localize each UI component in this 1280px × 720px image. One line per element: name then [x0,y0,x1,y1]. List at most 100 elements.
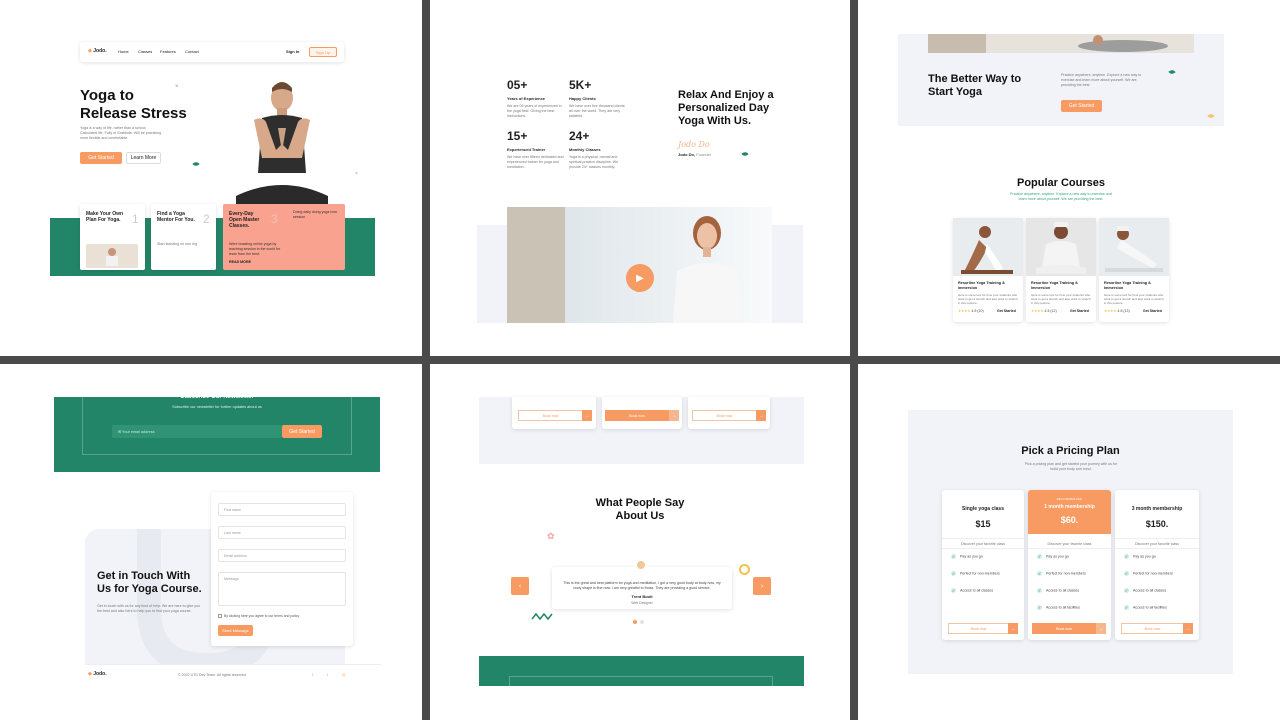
better-way-image [928,34,1194,53]
pricing-card-bottom: Book now → [688,397,770,429]
testimonial-quote: This is the great and best platform for … [563,581,721,590]
next-arrow-button[interactable]: › [753,577,771,595]
course-card[interactable]: Resorline Yoga Training & Immersion Here… [1099,218,1169,322]
better-way-title: The Better Way to Start Yoga [928,73,1022,98]
newsletter-title: Subscribe Our Newsletter [180,394,254,400]
check-icon: ✓ [951,554,956,559]
course-get-started-link[interactable]: Get Started [1143,309,1162,313]
signin-link[interactable]: Sign In [286,49,299,54]
popular-courses-title: Popular Courses [1016,177,1106,189]
pricing-card: 3 month membership $150. Discover your f… [1115,490,1199,640]
book-now-button[interactable]: Book now [1032,623,1096,634]
last-name-input[interactable]: Last name [218,526,346,539]
sparkle-icon: × [355,171,358,177]
arrow-right-icon[interactable]: → [669,410,679,421]
check-icon: ✓ [951,571,956,576]
better-way-description: Practice anywhere, anytime. Explore a ne… [1061,73,1142,87]
footer-copyright: © 2022 UTD Dev Team. All rights reserved… [178,673,247,677]
nav-contact[interactable]: Contact [185,49,199,54]
newsletter-section: Subscribe Our Newsletter Subscribe our n… [54,394,380,472]
leaf-icon [741,150,749,158]
nav-home[interactable]: Home [118,49,129,54]
terms-checkbox[interactable]: By clicking here you agree to our terms … [218,614,299,619]
stat-item: 5K+ Happy Clients We have over five thou… [569,78,625,118]
logo[interactable]: ◆ Jodo. [88,48,107,54]
check-icon: ✓ [1037,571,1042,576]
hero-panel: ◆ Jodo. Home Classes Features Contact Si… [0,0,422,356]
testimonial-name: Trent Boult [631,594,653,599]
pricing-card-bottom: Book now → [512,397,596,429]
contact-panel: Subscribe Our Newsletter Subscribe our n… [0,364,422,720]
contact-title: Get in Touch With Us for Yoga Course. [97,570,202,595]
learn-more-button[interactable]: Learn More [126,152,161,164]
feature-item: ✓ Access to all classes [951,588,994,593]
twitter-icon[interactable]: t [327,672,328,677]
book-now-button[interactable]: Book now [1121,623,1183,634]
testimonials-panel: Book now → Book now → Book now → What Pe… [430,364,850,720]
popular-courses-subtitle: Practice anywhere, anytime. Explore a ne… [1010,192,1112,201]
newsletter-submit-button[interactable]: Get Started [282,425,322,438]
prev-arrow-button[interactable]: ‹ [511,577,529,595]
founder-credit: Jodo Do, Founder [678,152,712,157]
course-get-started-link[interactable]: Get Started [997,309,1016,313]
carousel-dot[interactable] [640,620,644,624]
feature-item: ✓ Access to all facilities [1037,605,1080,610]
book-now-button[interactable]: Book now [948,623,1008,634]
stats-panel: 05+ Years of Experience We are 05 years … [430,0,850,356]
ring-icon [739,564,750,575]
feature-item: ✓ Pay as you go [951,554,983,559]
arrow-right-icon[interactable]: → [1096,623,1106,634]
stat-item: 15+ Experienced Trainer We have over fif… [507,129,564,169]
carousel-dot-active[interactable] [633,620,637,624]
recommended-badge: RECOMMENDED [1056,497,1083,501]
video-thumbnail[interactable]: ▶ [507,207,772,323]
rating-stars: ★★★★ 4.5 (10) [958,309,984,313]
footer-logo[interactable]: ◆ Jodo. [88,671,107,677]
check-icon: ✓ [1124,605,1129,610]
arrow-right-icon[interactable]: → [582,410,592,421]
newsletter-subtitle: Subscribe our newsletter for further upd… [172,405,262,409]
check-icon: ✓ [1124,588,1129,593]
email-input[interactable]: Email address [218,549,346,562]
first-name-input[interactable]: First name [218,503,346,516]
zigzag-icon [531,612,553,621]
contact-description: Get in touch with us for any kind of hel… [97,604,201,613]
stat-item: 24+ Monthly Classes Yoga is a physical, … [569,129,619,169]
better-way-get-started-button[interactable]: Get Started [1061,100,1102,112]
check-icon: ✓ [1037,588,1042,593]
course-get-started-link[interactable]: Get Started [1070,309,1089,313]
nav-classes[interactable]: Classes [138,49,152,54]
feature-item: ✓ Pay as you go [1037,554,1069,559]
flower-icon: ✿ [547,531,555,541]
feature-item: ✓ Perfect for non-members [951,571,1000,576]
footer-divider [85,664,381,665]
newsletter-email-input[interactable]: ✉ Your email address [112,425,282,438]
facebook-icon[interactable]: f [312,672,313,677]
signup-button[interactable]: Sign Up [309,47,337,57]
arrow-right-icon[interactable]: → [1183,623,1193,634]
sparkle-icon: × [175,84,179,90]
arrow-right-icon[interactable]: → [1008,623,1018,634]
send-message-button[interactable]: Send Message [218,625,253,636]
step-2-note: Start standing on one leg [157,242,197,246]
check-icon: ✓ [1037,554,1042,559]
check-icon: ✓ [1037,605,1042,610]
message-textarea[interactable]: Message [218,572,346,606]
step-card-3: Every-Day Open Master Classes. 3 Doing d… [223,204,345,270]
navbar: ◆ Jodo. Home Classes Features Contact Si… [80,42,344,62]
course-card[interactable]: Resorline Yoga Training & Immersion Here… [953,218,1023,322]
nav-features[interactable]: Features [160,49,176,54]
pricing-subtitle: Pick a pricing plan and get started your… [1024,462,1118,471]
instagram-icon[interactable]: ◎ [342,672,346,677]
play-icon[interactable]: ▶ [626,264,654,292]
feature-item: ✓ Pay as you go [1124,554,1156,559]
course-card[interactable]: Resorline Yoga Training & Immersion Here… [1026,218,1096,322]
step-1-image [86,244,138,268]
read-more-link[interactable]: READ MORE [229,260,251,264]
feature-item: ✓ Perfect for non-members [1037,571,1086,576]
pricing-card: Single yoga class $15 Discover your favo… [942,490,1024,640]
get-started-button[interactable]: Get Started [80,152,122,164]
arrow-right-icon[interactable]: → [756,410,766,421]
feature-item: ✓ Access to all classes [1037,588,1080,593]
pricing-card-bottom: Book now → [602,397,682,429]
